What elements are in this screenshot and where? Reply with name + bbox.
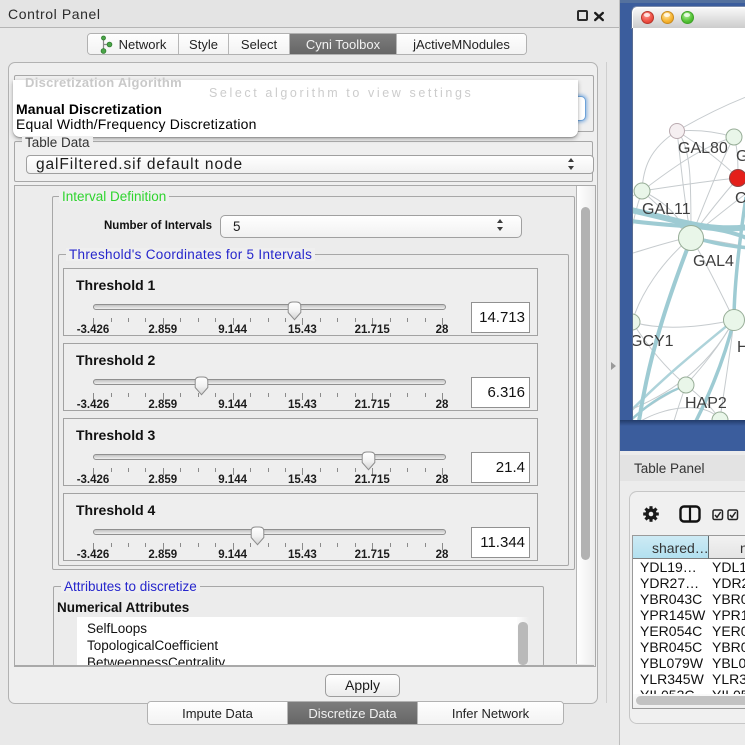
svg-text:CYC: CYC bbox=[735, 190, 745, 207]
svg-text:GAL4: GAL4 bbox=[693, 253, 734, 270]
svg-text:GAL11: GAL11 bbox=[642, 201, 691, 218]
svg-text:GCY1: GCY1 bbox=[633, 333, 674, 350]
svg-text:GAL80: GAL80 bbox=[678, 140, 728, 157]
svg-text:HAP2: HAP2 bbox=[685, 395, 727, 412]
svg-text:HIS: HIS bbox=[737, 339, 745, 356]
svg-text:GAL3: GAL3 bbox=[736, 148, 745, 165]
